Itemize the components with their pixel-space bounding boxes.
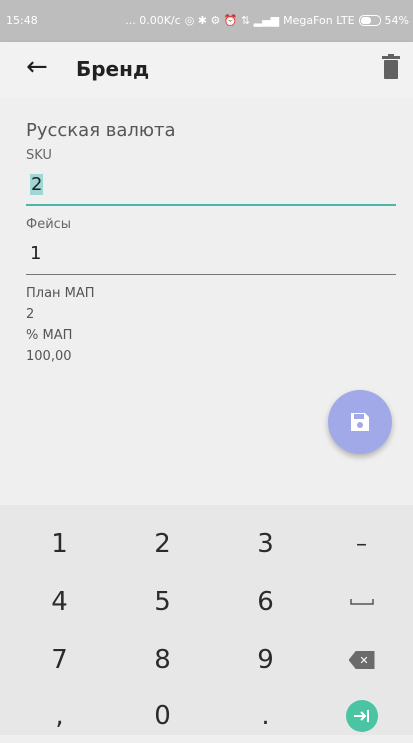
trash-icon[interactable] bbox=[381, 54, 401, 80]
status-bar: 15:48 ... 0.00K/c ◎ ✱ ⚙ ⏰ ⇅ ▂▄▆ MegaFon … bbox=[0, 0, 413, 42]
facings-label: Фейсы bbox=[26, 217, 72, 232]
net-speed: ... 0.00K/c bbox=[125, 14, 181, 27]
next-field-icon bbox=[345, 700, 378, 732]
save-button[interactable] bbox=[328, 390, 392, 454]
system-icons: ◎ ✱ ⚙ ⏰ ⇅ ▂▄▆ bbox=[184, 14, 280, 27]
space-icon bbox=[349, 599, 374, 605]
key-minus[interactable]: – bbox=[310, 517, 413, 571]
brand-name: Русская валюта bbox=[26, 120, 176, 141]
status-time: 15:48 bbox=[6, 14, 38, 27]
key-7[interactable]: 7 bbox=[8, 633, 111, 687]
sku-field[interactable]: 2 bbox=[30, 174, 44, 195]
status-icons: ... 0.00K/c ◎ ✱ ⚙ ⏰ ⇅ ▂▄▆ MegaFon LTE 54… bbox=[125, 14, 409, 27]
app-bar: ← Бренд bbox=[0, 42, 413, 98]
backspace-icon: ✕ bbox=[348, 651, 375, 669]
battery-level: 54% bbox=[384, 14, 409, 27]
plan-map-label: План МАП bbox=[26, 286, 95, 301]
save-icon bbox=[351, 413, 369, 431]
key-2[interactable]: 2 bbox=[111, 517, 214, 571]
key-8[interactable]: 8 bbox=[111, 633, 214, 687]
key-4[interactable]: 4 bbox=[8, 575, 111, 629]
facings-underline bbox=[26, 274, 396, 275]
plan-map-value: 2 bbox=[26, 307, 35, 322]
key-5[interactable]: 5 bbox=[111, 575, 214, 629]
sku-label: SKU bbox=[26, 148, 52, 163]
key-3[interactable]: 3 bbox=[214, 517, 317, 571]
facings-field[interactable]: 1 bbox=[30, 243, 41, 264]
sku-underline bbox=[26, 204, 396, 206]
page-title: Бренд bbox=[76, 57, 150, 81]
key-1[interactable]: 1 bbox=[8, 517, 111, 571]
numeric-keyboard: 1 2 3 – 4 5 6 7 8 9 ✕ , 0 . bbox=[0, 505, 413, 735]
percent-map-label: % МАП bbox=[26, 328, 73, 343]
battery-icon bbox=[358, 15, 381, 26]
back-arrow-icon[interactable]: ← bbox=[26, 54, 48, 80]
sku-value[interactable]: 2 bbox=[30, 174, 44, 195]
key-9[interactable]: 9 bbox=[214, 633, 317, 687]
carrier-name: MegaFon LTE bbox=[283, 14, 355, 27]
space-key[interactable] bbox=[310, 575, 413, 629]
key-6[interactable]: 6 bbox=[214, 575, 317, 629]
delete-key[interactable]: ✕ bbox=[310, 633, 413, 687]
percent-map-value: 100,00 bbox=[26, 349, 72, 364]
